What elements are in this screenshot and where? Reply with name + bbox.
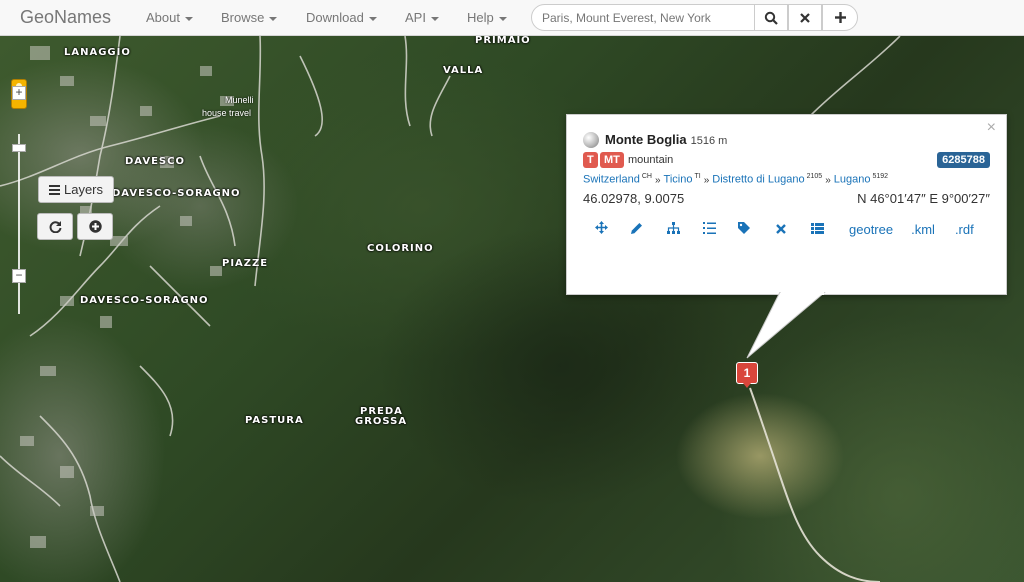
rdf-link[interactable]: .rdf bbox=[955, 222, 974, 237]
layers-label: Layers bbox=[63, 182, 104, 197]
place-label-davesco-soragno: DAVESCO-SORAGNO bbox=[112, 188, 241, 199]
wikipedia-globe-icon[interactable] bbox=[583, 132, 599, 148]
decimal-coordinates: 46.02978, 9.0075 bbox=[583, 191, 685, 206]
hierarchy-separator: » bbox=[654, 174, 661, 186]
feature-text: mountain bbox=[628, 154, 674, 166]
place-label-colorino: COLORINO bbox=[367, 243, 434, 254]
poi-label-munelli: Munelli bbox=[225, 95, 254, 105]
add-button[interactable] bbox=[822, 4, 858, 31]
delete-x-icon[interactable] bbox=[763, 222, 799, 237]
menu-help-label: Help bbox=[467, 10, 494, 25]
menu-download[interactable]: Download bbox=[306, 10, 377, 25]
hierarchy-code: TI bbox=[694, 173, 701, 180]
hierarchy-link-district[interactable]: Distretto di Lugano bbox=[712, 174, 804, 186]
layers-button[interactable]: Layers bbox=[38, 176, 114, 203]
caret-down-icon bbox=[498, 16, 507, 21]
edit-pencil-icon[interactable] bbox=[619, 222, 655, 237]
hierarchy-link-country[interactable]: Switzerland bbox=[583, 174, 640, 186]
move-icon[interactable] bbox=[583, 221, 619, 237]
menu-lines-icon bbox=[48, 184, 60, 195]
hierarchy-link-municipality[interactable]: Lugano bbox=[834, 174, 871, 186]
menu-browse-label: Browse bbox=[221, 10, 265, 25]
popup-actions: geotree .kml .rdf bbox=[583, 221, 974, 237]
hierarchy-link-canton[interactable]: Ticino bbox=[664, 174, 693, 186]
hierarchy-separator: » bbox=[825, 174, 831, 186]
plus-icon bbox=[834, 12, 846, 23]
kml-link[interactable]: .kml bbox=[911, 222, 935, 237]
place-label-primaio: PRIMAIO bbox=[475, 36, 531, 46]
caret-down-icon bbox=[184, 16, 193, 21]
hierarchy-code: 5192 bbox=[872, 173, 889, 180]
geoname-id-badge[interactable]: 6285788 bbox=[937, 152, 990, 168]
caret-down-icon bbox=[368, 16, 377, 21]
place-label-grossa: GROSSA bbox=[355, 416, 408, 427]
clear-button[interactable] bbox=[788, 4, 822, 31]
search-input[interactable] bbox=[531, 4, 755, 31]
caret-down-icon bbox=[430, 16, 439, 21]
feature-class-badge: T bbox=[583, 152, 598, 168]
tags-icon[interactable] bbox=[727, 221, 763, 237]
caret-down-icon bbox=[269, 16, 278, 21]
popup-tail bbox=[746, 292, 826, 359]
menu-help[interactable]: Help bbox=[467, 10, 507, 25]
hierarchy-code: CH bbox=[641, 173, 652, 180]
table-list-icon[interactable] bbox=[799, 222, 835, 237]
hierarchy-separator: » bbox=[703, 174, 710, 186]
search-icon bbox=[764, 11, 778, 25]
place-label-lanaggio: LANAGGIO bbox=[64, 47, 131, 58]
navbar: GeoNames About Browse Download API Help bbox=[0, 0, 1024, 36]
menu-about[interactable]: About bbox=[146, 10, 193, 25]
close-icon bbox=[800, 12, 810, 23]
popup-close-button[interactable]: × bbox=[987, 119, 996, 137]
hierarchy-code: 2105 bbox=[806, 173, 823, 180]
refresh-icon bbox=[49, 221, 61, 233]
place-elevation: 1516 m bbox=[690, 135, 728, 147]
brand-logo[interactable]: GeoNames bbox=[20, 7, 111, 28]
add-place-button[interactable] bbox=[77, 213, 113, 240]
zoom-in-button[interactable]: + bbox=[12, 86, 26, 100]
hierarchy-sitemap-icon[interactable] bbox=[655, 221, 691, 237]
menu-download-label: Download bbox=[306, 10, 364, 25]
zoom-slider-handle[interactable] bbox=[12, 144, 26, 152]
zoom-slider[interactable] bbox=[18, 134, 20, 314]
place-name[interactable]: Monte Boglia 1516 m bbox=[605, 132, 727, 147]
place-label-valla: VALLA bbox=[443, 65, 484, 76]
place-label-davesco: DAVESCO bbox=[125, 156, 185, 167]
poi-label-house-travel: house travel bbox=[202, 108, 252, 118]
geotree-link[interactable]: geotree bbox=[849, 222, 893, 237]
menu-api-label: API bbox=[405, 10, 426, 25]
admin-hierarchy: Switzerland CH» Ticino TI» Distretto di Luga… bbox=[583, 173, 888, 186]
place-label-pastura: PASTURA bbox=[245, 415, 304, 426]
place-info-popup: × Monte Boglia 1516 m T MT mountain 62857… bbox=[566, 114, 1007, 295]
place-label-piazze: PIAZZE bbox=[222, 258, 269, 269]
zoom-out-button[interactable]: − bbox=[12, 269, 26, 283]
place-marker[interactable]: 1 bbox=[736, 362, 758, 388]
search-button[interactable] bbox=[754, 4, 788, 31]
menu-about-label: About bbox=[146, 10, 180, 25]
feature-code-badge: MT bbox=[600, 152, 624, 168]
dms-coordinates: N 46°01′47″ E 9°00′27″ bbox=[857, 191, 990, 206]
place-label-davesco-soragno: DAVESCO-SORAGNO bbox=[80, 295, 209, 306]
menu-api[interactable]: API bbox=[405, 10, 439, 25]
place-name-text: Monte Boglia bbox=[605, 132, 687, 147]
plus-circle-icon bbox=[88, 220, 102, 233]
ordered-list-icon[interactable] bbox=[691, 221, 727, 237]
refresh-button[interactable] bbox=[37, 213, 73, 240]
menu-browse[interactable]: Browse bbox=[221, 10, 278, 25]
